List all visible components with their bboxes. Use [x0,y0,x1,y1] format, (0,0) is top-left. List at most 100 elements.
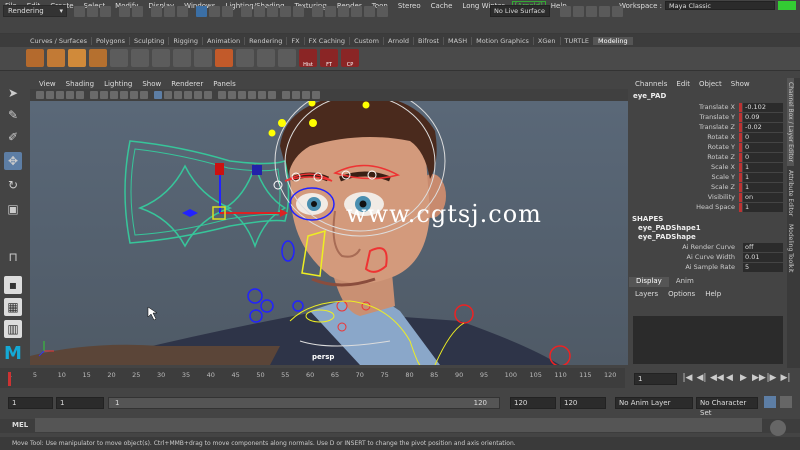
channel-value[interactable]: 1 [743,162,783,172]
render-settings-icon[interactable] [364,6,375,17]
render-view-icon[interactable] [325,6,336,17]
poly-cylinder-icon[interactable] [47,49,65,67]
scale-tool-icon[interactable]: ▣ [4,200,22,218]
snap-curve-icon[interactable] [254,6,265,17]
bevel-icon[interactable] [194,49,212,67]
select-component-icon[interactable] [177,6,188,17]
channel-row[interactable]: Translate Y 0.09 [629,112,786,122]
select-object-icon[interactable] [164,6,175,17]
no-live-surface-field[interactable]: No Live Surface [490,5,550,17]
playback-start-field[interactable]: 1 [56,397,104,409]
sym-icon[interactable] [560,6,571,17]
menu-set-dropdown[interactable]: Rendering [3,5,67,17]
viewport-menu-lighting[interactable]: Lighting [99,80,137,88]
shelf-tab-custom[interactable]: Custom [350,36,384,45]
four-view-layout-icon[interactable]: ▦ [4,298,22,316]
undo-icon[interactable] [119,6,130,17]
field-chart-icon[interactable] [130,91,138,99]
command-language-label[interactable]: MEL [12,421,28,429]
shelf-tab-mash[interactable]: MASH [444,36,473,45]
new-scene-icon[interactable] [74,6,85,17]
wireframe-on-shaded-icon[interactable] [174,91,182,99]
grease-pencil-icon[interactable] [76,91,84,99]
selected-node-name[interactable]: eye_PAD [629,88,786,102]
viewport-menu-panels[interactable]: Panels [208,80,241,88]
attribute-editor-icon[interactable] [586,6,597,17]
poly-plane-icon[interactable] [68,49,86,67]
side-tab-modeling-toolkit[interactable]: Modeling Toolkit [787,220,794,276]
freeze-transforms-icon[interactable]: FT [320,49,338,68]
shelf-tab-curves-surfaces[interactable]: Curves / Surfaces [26,36,93,45]
pick-mask-icon[interactable] [196,6,207,17]
extrude-icon[interactable] [152,49,170,67]
shelf-tab-animation[interactable]: Animation [203,36,246,45]
bookmark-icon[interactable] [56,91,64,99]
layer-list[interactable] [633,316,783,364]
snap-grid-icon[interactable] [241,6,252,17]
go-to-start-icon[interactable]: |◀ [682,373,693,383]
grid-icon[interactable] [90,91,98,99]
shelf-tab-motion-graphics[interactable]: Motion Graphics [472,36,534,45]
channel-row[interactable]: Visibility on [629,192,786,202]
side-tab-channel-box[interactable]: Channel Box / Layer Editor [787,78,794,166]
shelf-tab-fx[interactable]: FX [287,36,305,45]
script-editor-icon[interactable] [770,420,786,436]
rotate-tool-icon[interactable]: ↻ [4,176,22,194]
image-plane-icon[interactable] [66,91,74,99]
workspace-dropdown[interactable]: Maya Classic [665,1,775,10]
channel-row[interactable]: Translate X -0.102 [629,102,786,112]
last-tool-icon[interactable]: ⊓ [4,248,22,266]
tab-anim[interactable]: Anim [669,277,701,287]
cb-menu-channels[interactable]: Channels [635,80,676,88]
isolate-select-icon[interactable] [282,91,290,99]
le-menu-help[interactable]: Help [705,290,731,298]
current-time-marker[interactable] [8,372,11,386]
auto-key-icon[interactable] [764,396,776,408]
film-gate-icon[interactable] [100,91,108,99]
anti-aliasing-icon[interactable] [258,91,266,99]
animation-end-field[interactable]: 120 [560,397,606,409]
viewport-menu-renderer[interactable]: Renderer [166,80,208,88]
quad-draw-icon[interactable] [257,49,275,67]
smooth-shade-icon[interactable] [164,91,172,99]
playback-end-field[interactable]: 120 [510,397,556,409]
preferences-icon[interactable] [780,396,792,408]
step-forward-key-icon[interactable]: |▶ [766,373,777,383]
tool-settings-icon[interactable] [599,6,610,17]
poly-torus-icon[interactable] [89,49,107,67]
channel-value[interactable]: -0.02 [743,122,783,132]
hypershade-icon[interactable] [377,6,388,17]
step-forward-frame-icon[interactable]: ▶▶ [752,373,766,383]
select-tool-icon[interactable]: ➤ [4,84,22,102]
channel-row[interactable]: Scale Z 1 [629,182,786,192]
channel-value[interactable]: 1 [743,172,783,182]
lasso-tool-icon[interactable]: ✎ [4,106,22,124]
channel-value[interactable]: 0 [743,142,783,152]
xray-joints-icon[interactable] [228,91,236,99]
shape-node[interactable]: eye_PADShape1 [629,224,786,233]
shelf-tab-turtle[interactable]: TURTLE [561,36,594,45]
step-back-key-icon[interactable]: ◀| [696,373,707,383]
channel-value[interactable]: off [743,242,783,252]
shelf-tab-arnold[interactable]: Arnold [384,36,415,45]
shelf-tab-polygons[interactable]: Polygons [92,36,130,45]
viewport-menu-show[interactable]: Show [137,80,166,88]
channel-row[interactable]: Rotate Z 0 [629,152,786,162]
shape-channel-row[interactable]: Ai Sample Rate 5 [629,262,786,272]
shelf-tab-rigging[interactable]: Rigging [169,36,203,45]
shadows-icon[interactable] [204,91,212,99]
two-view-layout-icon[interactable]: ▥ [4,320,22,338]
channel-value[interactable]: 1 [743,182,783,192]
camera-select-icon[interactable] [36,91,44,99]
shape-channel-row[interactable]: Ai Curve Width 0.01 [629,252,786,262]
shelf-tab-modeling[interactable]: Modeling [594,36,633,45]
resolution-gate-icon[interactable] [110,91,118,99]
snap-point-icon[interactable] [267,6,278,17]
exposure-icon[interactable] [292,91,300,99]
channel-row[interactable]: Translate Z -0.02 [629,122,786,132]
channel-value[interactable]: 1 [743,202,783,212]
use-all-lights-icon[interactable] [194,91,202,99]
ipr-render-icon[interactable] [351,6,362,17]
snap-view-plane-icon[interactable] [280,6,291,17]
side-tab-attribute-editor[interactable]: Attribute Editor [787,166,794,220]
